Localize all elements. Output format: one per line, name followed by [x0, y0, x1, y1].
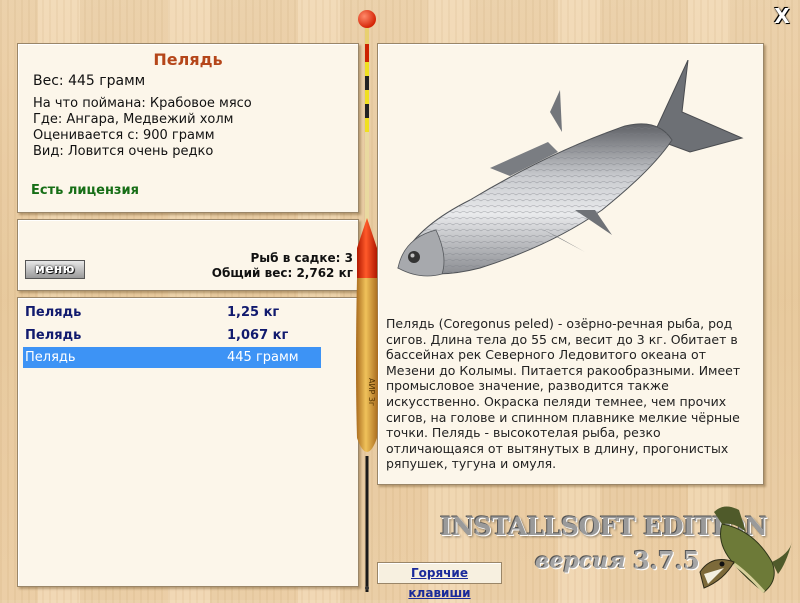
fish-info-panel: Пелядь Вес: 445 грамм На что поймана: Кр…	[17, 43, 359, 213]
kind-line: Вид: Ловится очень редко	[33, 144, 214, 159]
list-item-name: Пелядь	[25, 350, 76, 365]
close-icon[interactable]: X	[772, 6, 792, 26]
fish-description: Пелядь (Coregonus peled) - озёрно-речная…	[386, 316, 741, 472]
menu-button[interactable]: меню	[25, 260, 85, 279]
fish-count: Рыб в садке: 3	[250, 251, 354, 265]
keepnet-summary-panel: меню Рыб в садке: 3 Общий вес: 2,762 кг	[17, 219, 359, 291]
hotkeys-button[interactable]: Горячие клавиши	[377, 562, 502, 600]
version-number: 3.7.5	[633, 546, 700, 575]
fishing-float-icon: АИР 3г	[356, 10, 378, 592]
fish-image	[397, 60, 744, 277]
catch-list-panel: Пелядь 1,25 кг Пелядь 1,067 кг Пелядь 44…	[17, 297, 359, 587]
pike-logo-icon	[699, 506, 792, 594]
list-item[interactable]: Пелядь 1,067 кг	[23, 325, 321, 346]
list-item[interactable]: Пелядь 1,25 кг	[23, 302, 321, 323]
license-status: Есть лицензия	[31, 183, 139, 198]
bait-line: На что поймана: Крабовое мясо	[33, 96, 252, 111]
fish-name-title: Пелядь	[153, 50, 223, 69]
place-line: Где: Ангара, Медвежий холм	[33, 112, 234, 127]
list-item-name: Пелядь	[25, 328, 82, 343]
list-item-selected[interactable]: Пелядь 445 грамм	[23, 347, 321, 368]
list-item-weight: 1,25 кг	[227, 305, 280, 320]
list-item-name: Пелядь	[25, 305, 82, 320]
value-line: Оценивается с: 900 грамм	[33, 128, 215, 143]
total-weight: Общий вес: 2,762 кг	[211, 266, 353, 280]
fish-weight: Вес: 445 грамм	[33, 73, 146, 89]
version-label: версия	[535, 548, 626, 574]
float-marking: АИР 3г	[367, 378, 376, 406]
list-item-weight: 1,067 кг	[227, 328, 289, 343]
list-item-weight: 445 грамм	[227, 350, 299, 365]
